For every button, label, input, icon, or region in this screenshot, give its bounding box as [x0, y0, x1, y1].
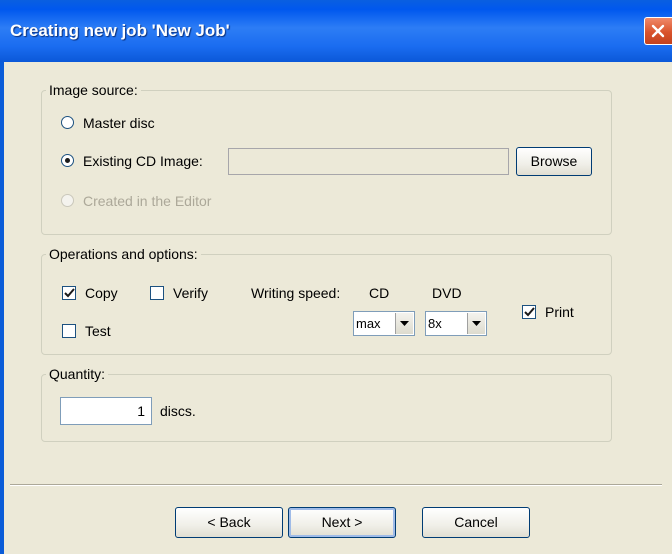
close-button[interactable]: [644, 17, 672, 45]
verify-label[interactable]: Verify: [173, 285, 208, 301]
quantity-unit-label: discs.: [160, 403, 196, 419]
verify-checkbox[interactable]: [150, 286, 164, 300]
checkmark-icon: [524, 307, 535, 317]
chevron-down-icon[interactable]: [467, 313, 485, 334]
created-in-editor-radio: [61, 194, 74, 207]
dvd-speed-value: 8x: [428, 316, 442, 331]
cancel-button[interactable]: Cancel: [422, 507, 530, 538]
checkmark-icon: [64, 288, 75, 298]
existing-cd-image-label[interactable]: Existing CD Image:: [83, 153, 203, 169]
image-source-legend: Image source:: [49, 82, 138, 98]
cd-speed-value: max: [356, 316, 381, 331]
window-border: [0, 62, 4, 554]
next-button[interactable]: Next >: [288, 507, 396, 538]
cd-speed-select[interactable]: max: [353, 311, 415, 336]
footer-separator: [10, 484, 662, 486]
cd-image-path-input[interactable]: [228, 148, 509, 175]
print-checkbox[interactable]: [522, 305, 536, 319]
chevron-down-icon[interactable]: [395, 313, 413, 334]
browse-button[interactable]: Browse: [516, 147, 592, 176]
existing-cd-image-radio[interactable]: [61, 154, 74, 167]
created-in-editor-label: Created in the Editor: [83, 193, 212, 209]
back-button[interactable]: < Back: [175, 507, 283, 538]
test-label[interactable]: Test: [85, 323, 111, 339]
master-disc-label[interactable]: Master disc: [83, 115, 155, 131]
test-checkbox[interactable]: [62, 324, 76, 338]
copy-checkbox[interactable]: [62, 286, 76, 300]
operations-legend: Operations and options:: [49, 246, 198, 262]
dvd-speed-select[interactable]: 8x: [425, 311, 487, 336]
writing-speed-label: Writing speed:: [251, 285, 341, 301]
title-bar: Creating new job 'New Job': [0, 0, 672, 62]
dvd-speed-label: DVD: [432, 285, 462, 301]
cd-speed-label: CD: [369, 285, 390, 301]
print-label[interactable]: Print: [545, 304, 574, 320]
quantity-input[interactable]: 1: [60, 397, 152, 425]
quantity-legend: Quantity:: [49, 366, 106, 382]
master-disc-radio[interactable]: [61, 116, 74, 129]
window-title: Creating new job 'New Job': [10, 21, 230, 40]
copy-label[interactable]: Copy: [85, 285, 118, 301]
